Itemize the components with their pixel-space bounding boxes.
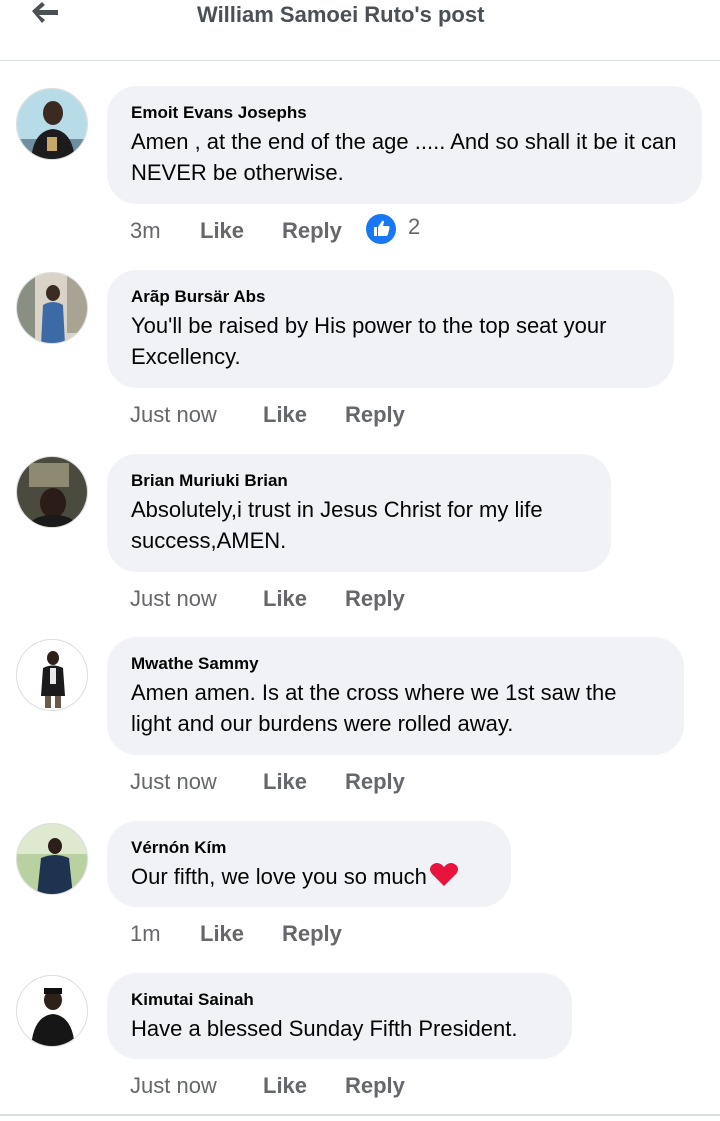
comment-text: Absolutely,i trust in Jesus Christ for m… xyxy=(131,497,543,553)
reply-button[interactable]: Reply xyxy=(345,769,405,795)
reply-button[interactable]: Reply xyxy=(282,218,342,244)
avatar[interactable] xyxy=(16,823,88,895)
comment-bubble[interactable]: Emoit Evans Josephs Amen , at the end of… xyxy=(107,86,702,204)
comment-author[interactable]: Vérnón Kím xyxy=(131,837,487,859)
like-button[interactable]: Like xyxy=(263,1073,307,1099)
comment-time: Just now xyxy=(130,586,217,611)
comment-author[interactable]: Emoit Evans Josephs xyxy=(131,102,678,124)
avatar[interactable] xyxy=(16,975,88,1047)
reply-button[interactable]: Reply xyxy=(345,586,405,612)
reply-button[interactable]: Reply xyxy=(345,1073,405,1099)
like-button[interactable]: Like xyxy=(263,402,307,428)
like-button[interactable]: Like xyxy=(200,921,244,947)
comment-author[interactable]: Arãp Bursär Abs xyxy=(131,286,650,308)
comment-bubble[interactable]: Vérnón Kím Our fifth, we love you so muc… xyxy=(107,821,511,907)
avatar[interactable] xyxy=(16,272,88,344)
comment-author[interactable]: Kimutai Sainah xyxy=(131,989,548,1011)
comment-time: 1m xyxy=(130,921,161,946)
arrow-left-icon[interactable] xyxy=(28,0,62,26)
comment-bubble[interactable]: Mwathe Sammy Amen amen. Is at the cross … xyxy=(107,637,684,755)
reaction-count: 2 xyxy=(408,214,421,239)
comment-text: You'll be raised by His power to the top… xyxy=(131,313,607,369)
comment-time: Just now xyxy=(130,1073,217,1098)
avatar[interactable] xyxy=(16,88,88,160)
like-reaction-icon[interactable] xyxy=(364,212,398,246)
red-heart-icon xyxy=(429,863,458,886)
top-bar: William Samoei Ruto's post xyxy=(0,0,720,61)
comment-bubble[interactable]: Kimutai Sainah Have a blessed Sunday Fif… xyxy=(107,973,572,1059)
reply-button[interactable]: Reply xyxy=(345,402,405,428)
divider xyxy=(0,1114,720,1116)
comment-time: Just now xyxy=(130,402,217,427)
page-title: William Samoei Ruto's post xyxy=(197,2,485,27)
comment-text-content: Our fifth, we love you so much xyxy=(131,864,427,889)
comment-time: 3m xyxy=(130,218,161,243)
avatar[interactable] xyxy=(16,639,88,711)
comment-bubble[interactable]: Arãp Bursär Abs You'll be raised by His … xyxy=(107,270,674,388)
comment-text: Amen , at the end of the age ..... And s… xyxy=(131,129,677,185)
comment-text: Amen amen. Is at the cross where we 1st … xyxy=(131,680,617,736)
comment-text: Our fifth, we love you so much xyxy=(131,861,487,892)
avatar[interactable] xyxy=(16,456,88,528)
like-button[interactable]: Like xyxy=(263,586,307,612)
like-button[interactable]: Like xyxy=(263,769,307,795)
comment-author[interactable]: Brian Muriuki Brian xyxy=(131,470,587,492)
reply-button[interactable]: Reply xyxy=(282,921,342,947)
like-button[interactable]: Like xyxy=(200,218,244,244)
comment-bubble[interactable]: Brian Muriuki Brian Absolutely,i trust i… xyxy=(107,454,611,572)
comment-author[interactable]: Mwathe Sammy xyxy=(131,653,660,675)
comment-text: Have a blessed Sunday Fifth President. xyxy=(131,1016,518,1041)
comment-time: Just now xyxy=(130,769,217,794)
